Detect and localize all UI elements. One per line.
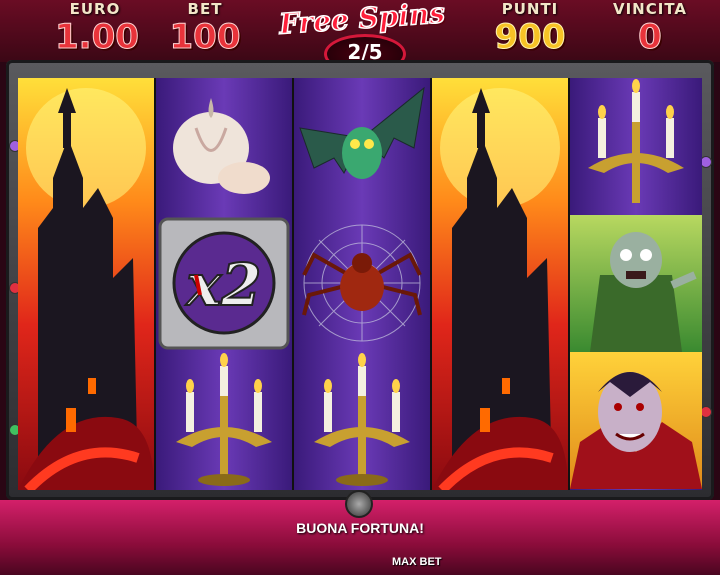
vampire-symbol-icon [570,372,702,489]
reel-cell [570,352,702,489]
castle-symbol-icon [18,88,154,490]
punti-label: PUNTI [501,0,559,18]
euro-label: EURO [69,0,121,18]
reel-2: x2 [156,78,292,490]
spider-symbol-icon [302,224,422,342]
reels-area: x2 [18,78,702,490]
status-message: BUONA FORTUNA! [296,520,424,536]
punti-value: 900 [494,17,566,57]
reel-3 [294,78,430,490]
bat-symbol-icon [299,86,425,179]
reel-cell [156,78,292,215]
x2-wild-symbol-icon: x2 [158,217,290,350]
candelabra-symbol-icon [176,353,272,486]
reel-cell [570,215,702,352]
reel-cell [570,78,702,215]
punti-stat: PUNTI 900 [480,0,580,57]
max-bet-button[interactable]: MAX BET [392,556,442,568]
bet-value: 100 [169,17,241,57]
frame-knob-icon [345,490,373,518]
garlic-symbol-icon [173,98,270,194]
vincita-value: 0 [638,17,663,57]
zombie-symbol-icon [590,232,697,352]
reel-cell: x2 [156,215,292,352]
reel-4 [432,78,568,490]
reel-5 [570,78,702,490]
reel-cell [294,215,430,352]
bet-label: BET [187,0,223,18]
vincita-label: VINCITA [612,0,687,18]
reel-1 [18,78,154,490]
euro-value: 1.00 [55,17,140,57]
reel-cell [294,78,430,215]
castle-symbol-icon [432,88,568,490]
euro-stat: EURO 1.00 [55,0,140,57]
vincita-stat: VINCITA 0 [600,0,700,57]
reel-cell [156,352,292,489]
candelabra-symbol-icon [588,79,684,203]
candelabra-symbol-icon [314,353,410,486]
reel-cell [294,352,430,489]
bet-stat[interactable]: BET 100 [160,0,250,57]
